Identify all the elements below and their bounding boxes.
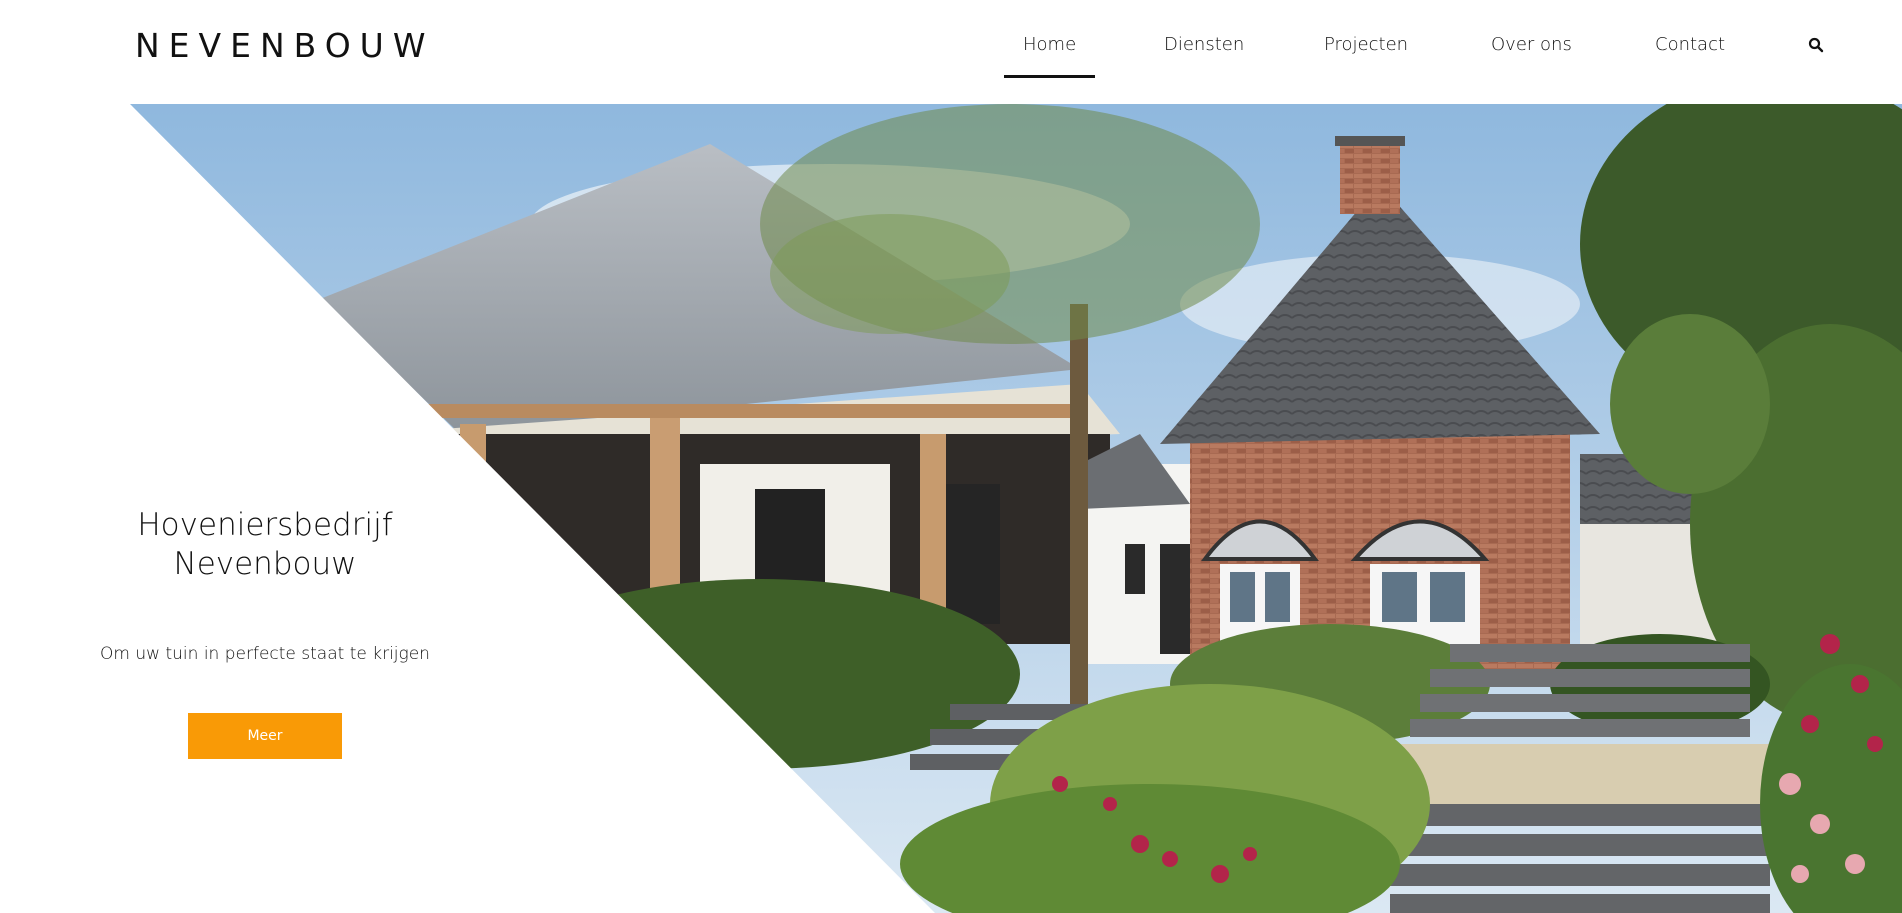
nav-item-home[interactable]: Home: [1003, 34, 1096, 78]
nav-item-projecten[interactable]: Projecten: [1324, 34, 1408, 55]
hero-title-line2: Nevenbouw: [173, 545, 357, 582]
nav-item-contact[interactable]: Contact: [1655, 34, 1725, 55]
site-header: NEVENBOUW Home Diensten Projecten Over o…: [0, 0, 1902, 104]
hero-title-line1: Hoveniersbedrijf: [137, 506, 393, 543]
nav-item-diensten[interactable]: Diensten: [1164, 34, 1244, 55]
search-icon[interactable]: [1808, 37, 1824, 53]
meer-button[interactable]: Meer: [188, 713, 342, 759]
hero-title: Hoveniersbedrijf Nevenbouw: [105, 506, 425, 584]
hero-subtitle: Om uw tuin in perfecte staat te krijgen: [100, 644, 430, 664]
site-logo[interactable]: NEVENBOUW: [135, 26, 434, 65]
nav-item-over-ons[interactable]: Over ons: [1491, 34, 1572, 55]
